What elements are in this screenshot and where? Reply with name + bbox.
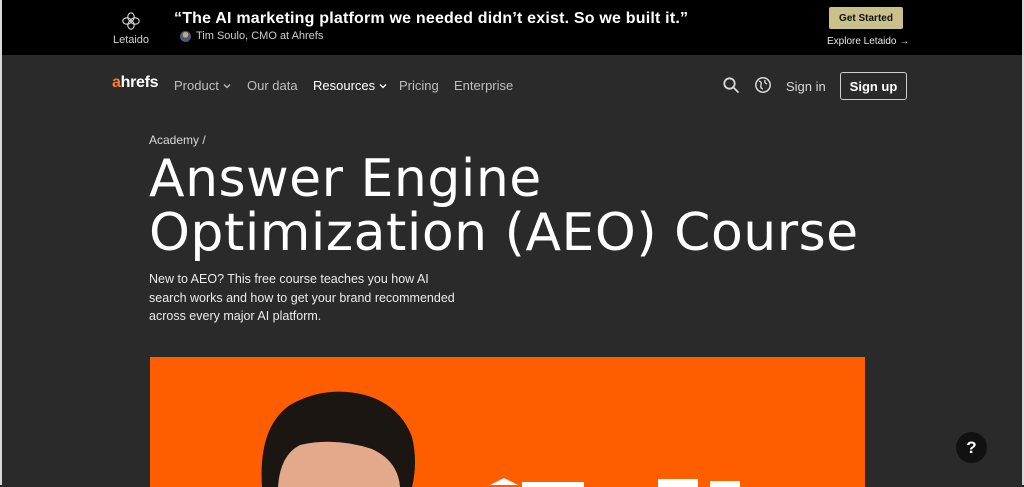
- nav-item-our-data[interactable]: Our data: [247, 78, 298, 93]
- page-title: Answer Engine Optimization (AEO) Course: [149, 152, 909, 260]
- letaido-brand-name: Letaido: [110, 34, 152, 46]
- author-avatar: [180, 31, 191, 42]
- nav-item-product[interactable]: Product: [174, 78, 231, 93]
- nav-item-label: Enterprise: [454, 78, 513, 93]
- nav-item-label: Product: [174, 78, 219, 93]
- window-frame-left: [0, 0, 2, 485]
- brand-rest: hrefs: [121, 74, 159, 91]
- nav-item-resources[interactable]: Resources: [313, 78, 387, 93]
- chevron-down-icon: [379, 82, 387, 90]
- promo-author: Tim Soulo, CMO at Ahrefs: [180, 30, 323, 42]
- globe-icon[interactable]: [754, 76, 772, 94]
- explore-letaido-link[interactable]: Explore Letaido →: [827, 36, 909, 47]
- nav-item-enterprise[interactable]: Enterprise: [454, 78, 513, 93]
- sign-up-button[interactable]: Sign up: [840, 72, 907, 100]
- author-name: Tim Soulo, CMO at Ahrefs: [196, 30, 323, 42]
- promo-quote: “The AI marketing platform we needed did…: [174, 10, 688, 28]
- course-hero-image: [150, 357, 865, 487]
- instructor-photo: [150, 357, 865, 487]
- page-title-line-2: Optimization (AEO) Course: [149, 203, 859, 263]
- nav-item-label: Our data: [247, 78, 298, 93]
- get-started-button[interactable]: Get Started: [829, 7, 903, 29]
- letaido-logo-icon: [120, 10, 142, 32]
- help-button[interactable]: ?: [956, 432, 987, 463]
- breadcrumb[interactable]: Academy /: [149, 133, 206, 147]
- nav-item-label: Pricing: [399, 78, 439, 93]
- page-title-line-1: Answer Engine: [149, 149, 542, 209]
- nav-item-label: Resources: [313, 78, 375, 93]
- sign-in-link[interactable]: Sign in: [786, 79, 826, 94]
- nav-item-pricing[interactable]: Pricing: [399, 78, 439, 93]
- hero-description: New to AEO? This free course teaches you…: [149, 270, 469, 326]
- chevron-down-icon: [223, 82, 231, 90]
- main-nav: ahrefs Product Our data Resources Pricin…: [2, 55, 1022, 115]
- promo-banner: Letaido “The AI marketing platform we ne…: [2, 0, 1022, 55]
- ahrefs-logo[interactable]: ahrefs: [112, 74, 158, 92]
- search-icon[interactable]: [722, 76, 740, 94]
- letaido-logo[interactable]: Letaido: [110, 10, 152, 46]
- brand-first-letter: a: [112, 74, 121, 91]
